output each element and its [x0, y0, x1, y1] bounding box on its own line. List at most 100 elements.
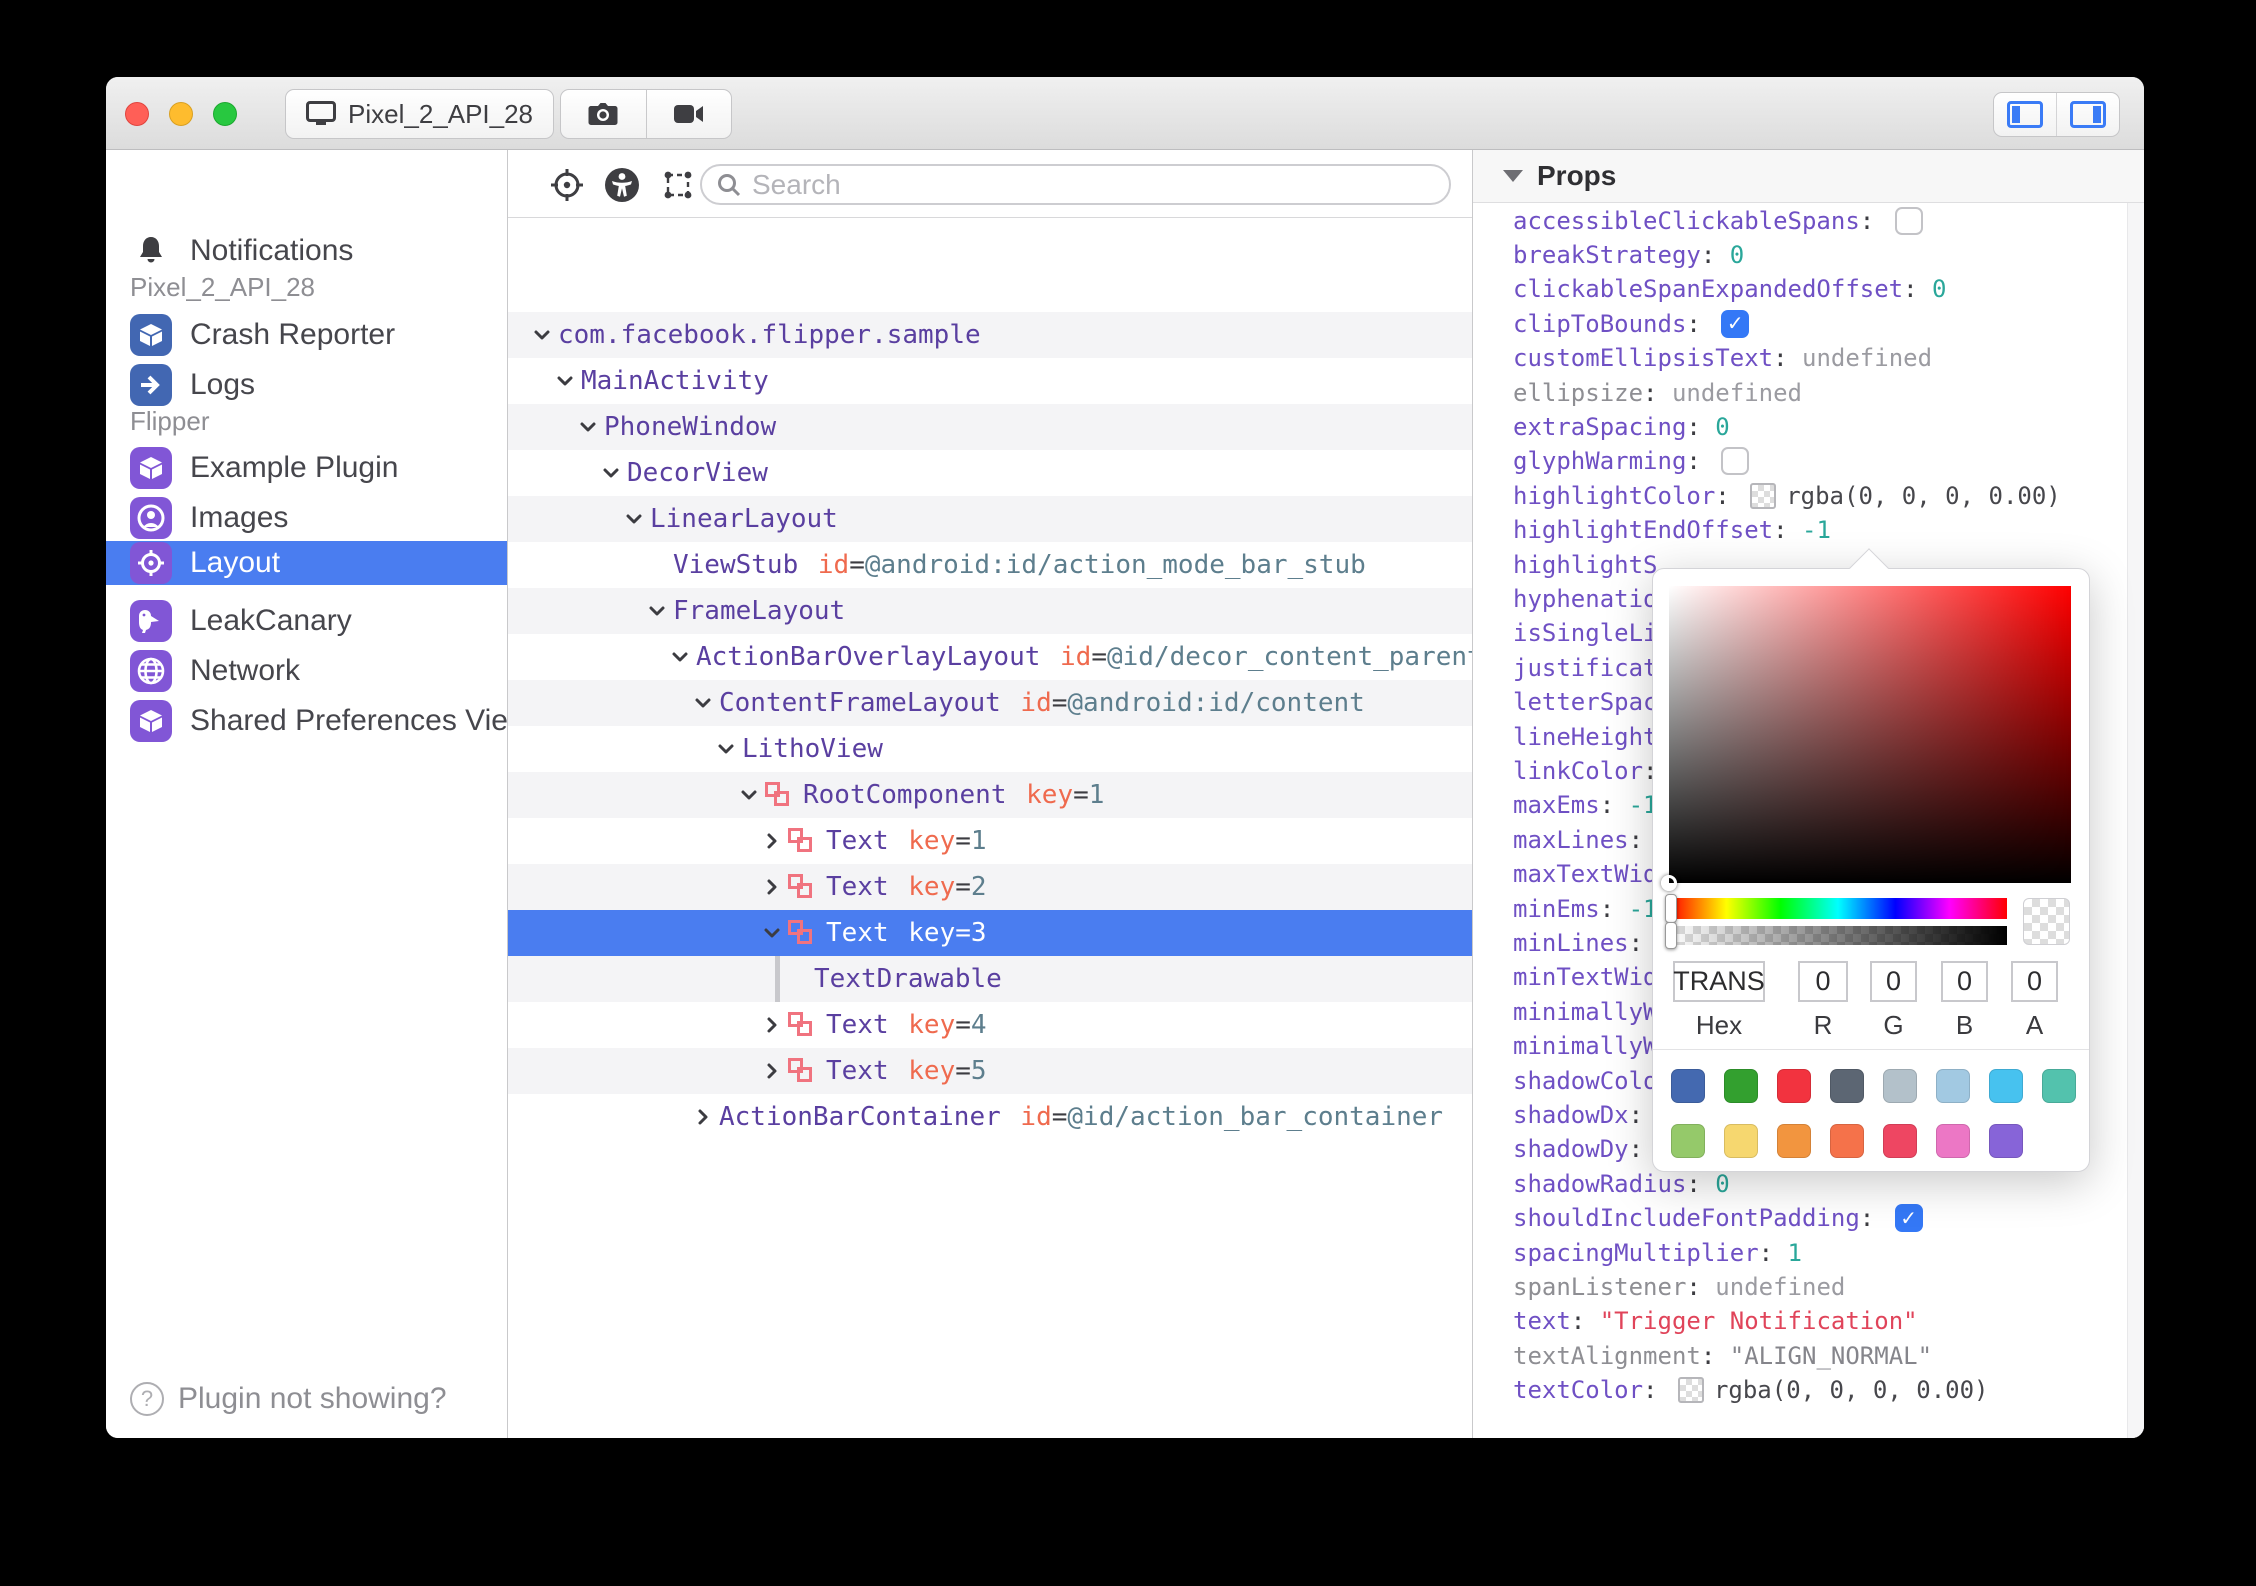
prop-row-textalignment: textAlignment: "ALIGN_NORMAL"	[1513, 1341, 1933, 1370]
preset-color-swatch[interactable]	[1724, 1124, 1758, 1158]
tree-node-mainactivity[interactable]: MainActivity	[508, 358, 1472, 404]
prop-key: textAlignment	[1513, 1341, 1701, 1370]
preset-color-swatch[interactable]	[2042, 1069, 2076, 1103]
prop-value: "Trigger Notification"	[1599, 1307, 1918, 1336]
tree-node-text[interactable]: Text key = 4	[508, 1002, 1472, 1048]
minimize-button[interactable]	[169, 102, 193, 126]
tree-node-lithoview[interactable]: LithoView	[508, 726, 1472, 772]
hue-slider[interactable]	[1665, 894, 2007, 923]
preset-color-swatch[interactable]	[1883, 1069, 1917, 1103]
sidebar-item-network[interactable]: Network	[106, 646, 507, 696]
color-swatch[interactable]	[1750, 482, 1777, 509]
tree-node-rootcomponent[interactable]: RootComponent key = 1	[508, 772, 1472, 818]
preset-color-swatch[interactable]	[1936, 1069, 1970, 1103]
prop-checkbox[interactable]	[1721, 447, 1750, 476]
alpha-thumb[interactable]	[1665, 922, 1677, 949]
alpha-input[interactable]: 0	[2011, 961, 2058, 1002]
node-attr-value: 1	[970, 826, 987, 856]
chevron-down-icon[interactable]	[576, 415, 600, 439]
chevron-right-icon[interactable]	[760, 1013, 784, 1037]
chevron-down-icon[interactable]	[737, 783, 761, 807]
chevron-down-icon[interactable]	[599, 461, 623, 485]
preset-color-swatch[interactable]	[1830, 1069, 1864, 1103]
target-icon[interactable]	[549, 167, 585, 203]
green-input[interactable]: 0	[1870, 961, 1917, 1002]
chevron-down-icon[interactable]	[668, 645, 692, 669]
prop-row-highlightcolor: highlightColor: rgba(0, 0, 0, 0.00)	[1513, 481, 2061, 510]
sidebar-item-layout[interactable]: Layout	[106, 541, 507, 585]
select-frame-icon[interactable]	[660, 167, 696, 203]
chevron-right-icon[interactable]	[760, 1059, 784, 1083]
preset-color-swatch[interactable]	[1883, 1124, 1917, 1158]
plugin-not-showing-link[interactable]: ? Plugin not showing?	[130, 1382, 447, 1416]
preset-color-swatch[interactable]	[1777, 1124, 1811, 1158]
tree-node-text[interactable]: Text key = 2	[508, 864, 1472, 910]
toggle-right-panel-button[interactable]	[2057, 93, 2119, 136]
tree-node-contentframelayout[interactable]: ContentFrameLayout id = @android:id/conten…	[508, 680, 1472, 726]
zoom-button[interactable]	[213, 102, 237, 126]
chevron-right-icon[interactable]	[760, 875, 784, 899]
chevron-down-icon[interactable]	[691, 691, 715, 715]
tree-node-actionbarcontainer[interactable]: ActionBarContainer id = @id/action_bar_con…	[508, 1094, 1472, 1140]
screenshot-button[interactable]	[561, 90, 646, 138]
tree-node-decorview[interactable]: DecorView	[508, 450, 1472, 496]
tree-node-actionbaroverlaylayout[interactable]: ActionBarOverlayLayout id = @id/decor_cont…	[508, 634, 1472, 680]
chevron-down-icon[interactable]	[530, 323, 554, 347]
hex-input[interactable]: TRANS	[1673, 961, 1765, 1002]
close-button[interactable]	[125, 102, 149, 126]
chevron-down-icon[interactable]	[622, 507, 646, 531]
tree-node-com-facebook-flipper-sample[interactable]: com.facebook.flipper.sample	[508, 312, 1472, 358]
chevron-right-icon[interactable]	[691, 1105, 715, 1129]
tree-node-viewstub[interactable]: ViewStub id = @android:id/action_mode_bar_…	[508, 542, 1472, 588]
saturation-thumb[interactable]	[1661, 875, 1677, 891]
chevron-right-icon[interactable]	[760, 829, 784, 853]
tree-node-text[interactable]: Text key = 1	[508, 818, 1472, 864]
preset-color-swatch[interactable]	[1777, 1069, 1811, 1103]
sidebar-item-leakcanary[interactable]: LeakCanary	[106, 596, 507, 646]
tree-node-phonewindow[interactable]: PhoneWindow	[508, 404, 1472, 450]
tree-node-framelayout[interactable]: FrameLayout	[508, 588, 1472, 634]
sidebar-item-example-plugin[interactable]: Example Plugin	[106, 443, 507, 493]
device-selector-button[interactable]: Pixel_2_API_28	[285, 89, 555, 139]
tree-node-text[interactable]: Text key = 3	[508, 910, 1472, 956]
sidebar-item-crash-reporter[interactable]: Crash Reporter	[106, 310, 507, 360]
sidebar-item-shared-preferences-viewer[interactable]: Shared Preferences Viewer	[106, 696, 507, 746]
prop-key: letterSpac	[1513, 688, 1658, 717]
search-input[interactable]: Search	[700, 164, 1451, 205]
hue-thumb[interactable]	[1665, 894, 1677, 923]
prop-key: clickableSpanExpandedOffset	[1513, 275, 1904, 304]
sidebar-item-images[interactable]: Images	[106, 493, 507, 543]
preset-color-swatch[interactable]	[1830, 1124, 1864, 1158]
preset-color-swatch[interactable]	[1936, 1124, 1970, 1158]
alpha-slider[interactable]	[1665, 922, 2007, 949]
preset-color-swatch[interactable]	[1989, 1069, 2023, 1103]
tree-node-textdrawable[interactable]: TextDrawable	[508, 956, 1472, 1002]
tree-node-linearlayout[interactable]: LinearLayout	[508, 496, 1472, 542]
props-header[interactable]: Props	[1473, 150, 2144, 203]
chevron-down-icon[interactable]	[714, 737, 738, 761]
chevron-down-icon[interactable]	[760, 921, 784, 945]
prop-value: undefined	[1715, 1272, 1846, 1301]
tree-node-text[interactable]: Text key = 5	[508, 1048, 1472, 1094]
accessibility-icon[interactable]	[604, 167, 640, 203]
sidebar-item-notifications[interactable]: Notifications	[106, 226, 507, 276]
chevron-down-icon[interactable]	[553, 369, 577, 393]
preset-color-swatch[interactable]	[1671, 1069, 1705, 1103]
sidebar-item-logs[interactable]: Logs	[106, 360, 507, 410]
record-video-button[interactable]	[647, 90, 732, 138]
saturation-area[interactable]	[1661, 586, 2071, 891]
red-input[interactable]: 0	[1798, 961, 1848, 1002]
toggle-left-panel-button[interactable]	[1994, 93, 2056, 136]
device-label: Pixel_2_API_28	[348, 98, 534, 129]
blue-input[interactable]: 0	[1941, 961, 1988, 1002]
color-swatch[interactable]	[1677, 1377, 1704, 1404]
preset-color-swatch[interactable]	[1989, 1124, 2023, 1158]
prop-checkbox[interactable]: ✓	[1894, 1204, 1923, 1233]
node-attr-key: id	[817, 550, 850, 580]
chevron-down-icon[interactable]	[645, 599, 669, 623]
props-scrollbar[interactable]	[2127, 203, 2144, 1438]
preset-color-swatch[interactable]	[1671, 1124, 1705, 1158]
prop-checkbox[interactable]: ✓	[1721, 309, 1750, 338]
preset-color-swatch[interactable]	[1724, 1069, 1758, 1103]
prop-checkbox[interactable]	[1894, 206, 1923, 235]
